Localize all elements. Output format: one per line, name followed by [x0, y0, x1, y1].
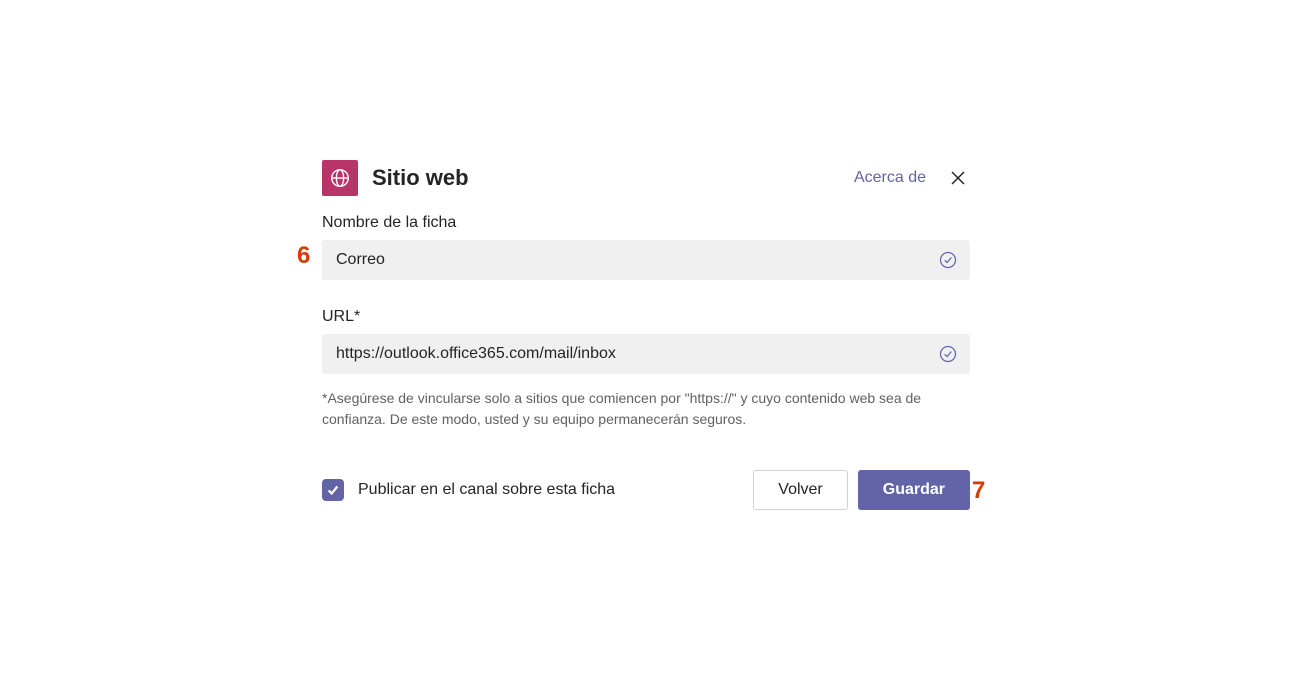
checkmark-circle-icon [938, 250, 958, 270]
close-button[interactable] [946, 166, 970, 190]
about-link[interactable]: Acerca de [854, 169, 926, 187]
url-input-wrapper [322, 334, 970, 374]
checkmark-circle-icon [938, 344, 958, 364]
back-button[interactable]: Volver [753, 470, 847, 510]
globe-icon [322, 160, 358, 196]
publish-checkbox-label: Publicar en el canal sobre esta ficha [358, 481, 615, 499]
close-icon [950, 170, 966, 186]
publish-checkbox-group: Publicar en el canal sobre esta ficha [322, 479, 615, 501]
dialog-header-left: Sitio web [322, 160, 469, 196]
url-input[interactable] [322, 334, 938, 374]
publish-checkbox[interactable] [322, 479, 344, 501]
dialog-header-right: Acerca de [854, 166, 970, 190]
dialog-title: Sitio web [372, 165, 469, 191]
tab-name-label: Nombre de la ficha [322, 214, 970, 232]
website-tab-dialog: Sitio web Acerca de Nombre de la ficha [322, 160, 970, 510]
tab-name-field-group: Nombre de la ficha [322, 214, 970, 280]
dialog-header: Sitio web Acerca de [322, 160, 970, 196]
url-field-group: URL* *Asegúrese de vincularse solo a sit… [322, 308, 970, 430]
url-label: URL* [322, 308, 970, 326]
tab-name-input[interactable] [322, 240, 938, 280]
annotation-7: 7 [972, 477, 985, 505]
annotation-6: 6 [297, 242, 310, 270]
button-group: Volver Guardar [753, 470, 970, 510]
url-hint-text: *Asegúrese de vincularse solo a sitios q… [322, 388, 970, 430]
tab-name-input-wrapper [322, 240, 970, 280]
dialog-footer: Publicar en el canal sobre esta ficha Vo… [322, 470, 970, 510]
save-button[interactable]: Guardar [858, 470, 970, 510]
check-icon [326, 483, 340, 497]
